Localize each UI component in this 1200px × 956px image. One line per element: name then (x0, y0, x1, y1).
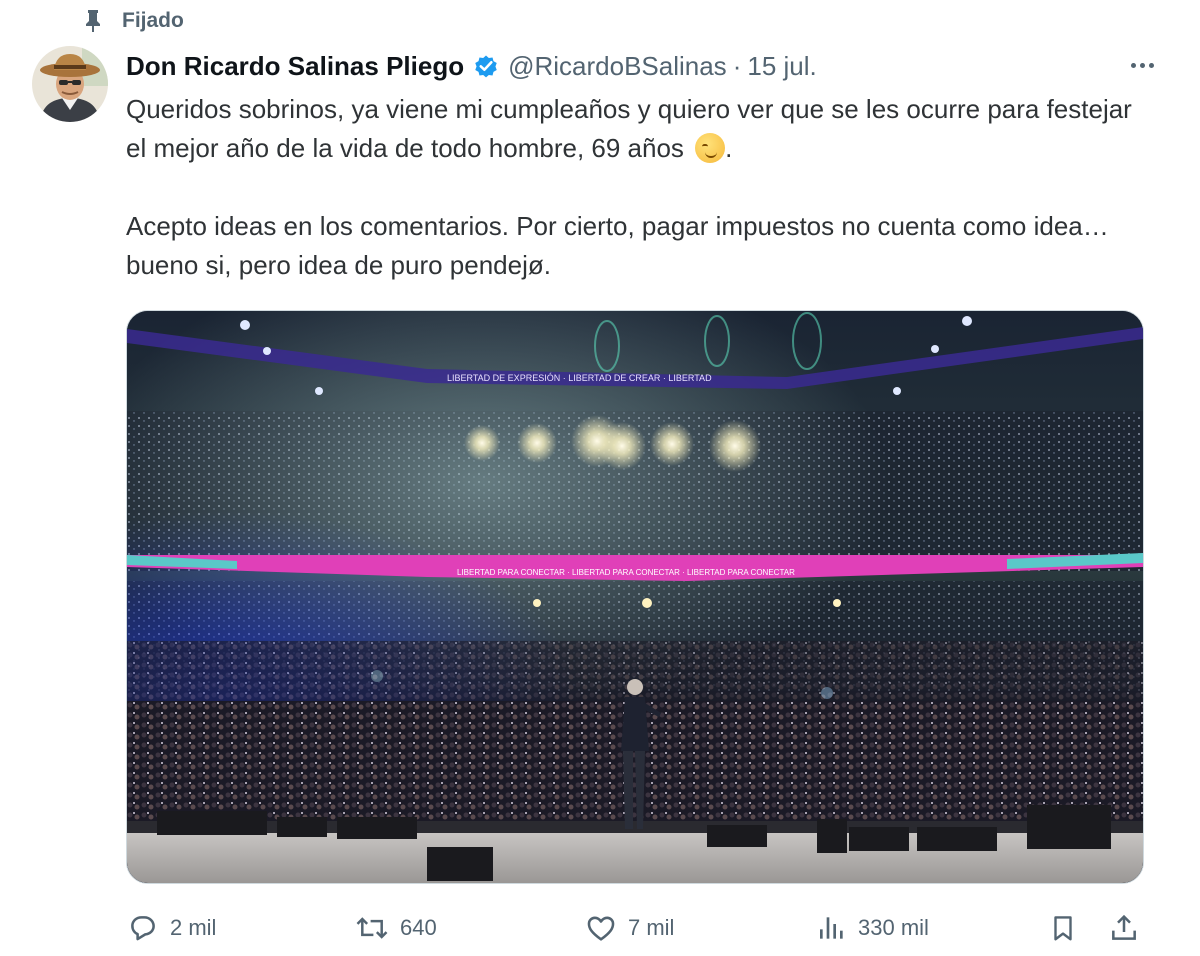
smirk-emoji-icon (695, 133, 726, 163)
display-name[interactable]: Don Ricardo Salinas Pliego (126, 51, 464, 82)
post-date[interactable]: 15 jul. (747, 51, 816, 82)
retweet-icon (354, 911, 390, 945)
views-count: 330 mil (858, 915, 929, 940)
more-options-button[interactable] (1131, 50, 1154, 80)
more-dot-icon (1131, 62, 1136, 68)
heart-icon (584, 911, 618, 945)
avatar[interactable] (32, 46, 108, 122)
action-bar: 2 mil 640 7 mil 330 mil (126, 906, 1146, 950)
retweet-count: 640 (400, 915, 437, 940)
reply-count: 2 mil (170, 915, 217, 940)
pinned-indicator: Fijado (84, 6, 184, 36)
share-icon (1108, 911, 1140, 945)
reply-icon (126, 911, 160, 945)
more-dot-icon (1149, 62, 1154, 68)
tweet-header: Don Ricardo Salinas Pliego @RicardoBSali… (126, 46, 1160, 86)
retweet-button[interactable]: 640 (354, 906, 437, 950)
tweet-body: Queridos sobrinos, ya viene mi cumpleaño… (126, 90, 1136, 285)
pinned-label: Fijado (122, 9, 184, 32)
tweet-photo[interactable]: LIBERTAD DE EXPRESIÓN · LIBERTAD DE CREA… (126, 310, 1144, 884)
pin-icon (84, 9, 102, 33)
tweet-text-1: Queridos sobrinos, ya viene mi cumpleaño… (126, 94, 1132, 163)
reply-button[interactable]: 2 mil (126, 906, 216, 950)
upper-banner-text: LIBERTAD DE EXPRESIÓN · LIBERTAD DE CREA… (447, 373, 712, 383)
lower-banner-text: LIBERTAD PARA CONECTAR · LIBERTAD PARA C… (457, 568, 795, 577)
tweet-paragraph: Acepto ideas en los comentarios. Por cie… (126, 207, 1136, 285)
verified-badge-icon[interactable] (472, 52, 500, 80)
bookmark-icon (1048, 911, 1078, 945)
views-chart-icon (816, 911, 848, 945)
tweet-text-1-end: . (725, 133, 733, 163)
separator-dot: · (732, 50, 742, 81)
like-button[interactable]: 7 mil (584, 906, 674, 950)
user-handle[interactable]: @RicardoBSalinas (508, 51, 727, 82)
tweet-paragraph: Queridos sobrinos, ya viene mi cumpleaño… (126, 90, 1136, 168)
tweet-text-2: Acepto ideas en los comentarios. Por cie… (126, 211, 1109, 280)
bookmark-button[interactable] (1048, 906, 1078, 950)
share-button[interactable] (1108, 906, 1140, 950)
more-dot-icon (1140, 62, 1145, 68)
like-count: 7 mil (628, 915, 675, 940)
views-button[interactable]: 330 mil (816, 906, 929, 950)
